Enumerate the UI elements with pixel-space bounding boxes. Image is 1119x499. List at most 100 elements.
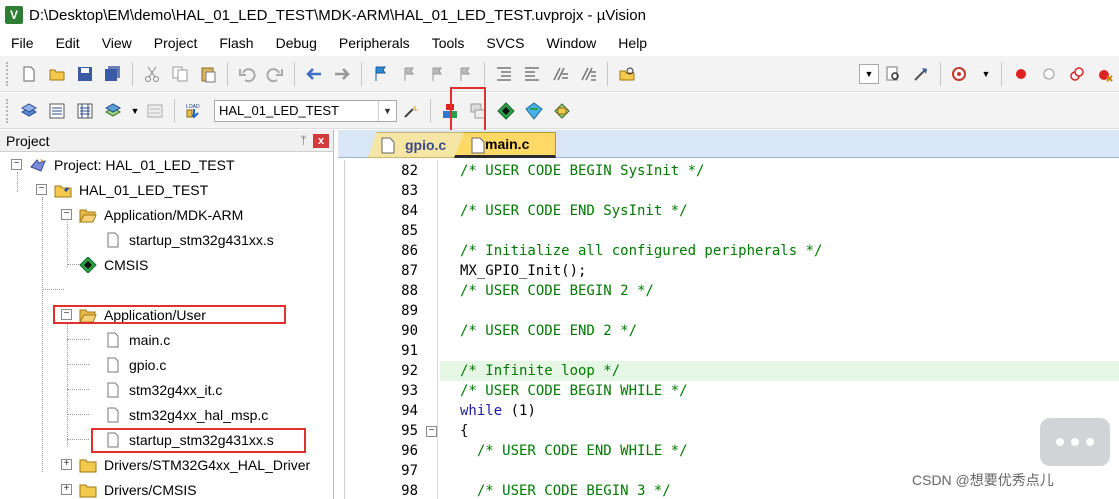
navigate-forward-icon[interactable]	[330, 62, 354, 86]
build-icon[interactable]	[45, 99, 69, 123]
menu-flash[interactable]: Flash	[208, 35, 264, 51]
pin-icon[interactable]: ᛘ	[300, 135, 307, 147]
unindent-icon[interactable]	[520, 62, 544, 86]
save-button[interactable]	[73, 62, 97, 86]
code-line[interactable]: 91	[344, 341, 1119, 361]
uncomment-icon[interactable]	[576, 62, 600, 86]
navigate-back-icon[interactable]	[302, 62, 326, 86]
code-line[interactable]: 87 MX_GPIO_Init();	[344, 261, 1119, 281]
code-line[interactable]: 90/* USER CODE END 2 */	[344, 321, 1119, 341]
tree-item-group-mdk-arm[interactable]: − Application/MDK-ARM	[61, 202, 243, 227]
stop-build-icon[interactable]	[143, 99, 167, 123]
menu-tools[interactable]: Tools	[421, 35, 476, 51]
menu-peripherals[interactable]: Peripherals	[328, 35, 421, 51]
menu-svcs[interactable]: SVCS	[475, 35, 535, 51]
redo-button[interactable]	[263, 62, 287, 86]
new-file-button[interactable]	[17, 62, 41, 86]
code-line[interactable]: 82/* USER CODE BEGIN SysInit */	[344, 161, 1119, 181]
expand-icon[interactable]: +	[61, 459, 72, 470]
cut-button[interactable]	[140, 62, 164, 86]
open-file-button[interactable]	[45, 62, 69, 86]
undo-button[interactable]	[235, 62, 259, 86]
file-icon	[103, 331, 123, 349]
code-line[interactable]: 89	[344, 301, 1119, 321]
tree-item-file-hal-msp-c[interactable]: stm32g4xx_hal_msp.c	[103, 402, 268, 427]
collapse-icon[interactable]: −	[61, 309, 72, 320]
copy-button[interactable]	[168, 62, 192, 86]
code-editor[interactable]: 82/* USER CODE BEGIN SysInit */ 83 84/* …	[338, 160, 1119, 499]
expand-icon[interactable]: +	[61, 484, 72, 495]
translate-icon[interactable]	[17, 99, 41, 123]
tree-item-group-application-user[interactable]: − Application/User	[61, 302, 206, 327]
disable-breakpoints-icon[interactable]	[1065, 62, 1089, 86]
menu-project[interactable]: Project	[143, 35, 209, 51]
menu-window[interactable]: Window	[536, 35, 608, 51]
tab-main-c[interactable]: main.c	[454, 132, 556, 158]
clear-bookmarks-icon[interactable]	[453, 62, 477, 86]
code-line[interactable]: 96 /* USER CODE END WHILE */	[344, 441, 1119, 461]
close-icon[interactable]: x	[313, 133, 329, 148]
tree-item-group-hal-driver[interactable]: + Drivers/STM32G4xx_HAL_Driver	[61, 452, 310, 477]
find-dropdown[interactable]: ▼	[859, 63, 879, 84]
toolbar-separator	[484, 61, 485, 86]
save-all-button[interactable]	[101, 62, 125, 86]
insert-breakpoint-icon[interactable]	[1009, 62, 1033, 86]
download-button[interactable]: LOAD	[182, 99, 206, 123]
code-line[interactable]: 83	[344, 181, 1119, 201]
indent-icon[interactable]	[492, 62, 516, 86]
toolbar-grip[interactable]	[6, 98, 11, 123]
tree-item-target[interactable]: − HAL_01_LED_TEST	[36, 177, 208, 202]
batch-build-dropdown[interactable]: ▼	[129, 101, 141, 121]
code-line[interactable]: 95{	[344, 421, 1119, 441]
enable-breakpoint-icon[interactable]	[1037, 62, 1061, 86]
next-bookmark-icon[interactable]	[425, 62, 449, 86]
paste-button[interactable]	[196, 62, 220, 86]
menu-view[interactable]: View	[91, 35, 143, 51]
tree-item-file-startup-2[interactable]: startup_stm32g431xx.s	[103, 427, 274, 452]
debug-dropdown[interactable]: ▼	[976, 64, 996, 84]
rebuild-icon[interactable]	[73, 99, 97, 123]
code-line[interactable]: 88/* USER CODE BEGIN 2 */	[344, 281, 1119, 301]
debug-session-icon[interactable]	[948, 62, 972, 86]
code-line[interactable]: 85	[344, 221, 1119, 241]
comment-icon[interactable]	[548, 62, 572, 86]
toolbar-separator	[132, 61, 133, 86]
manage-project-items-icon[interactable]	[438, 99, 462, 123]
batch-build-icon[interactable]	[101, 99, 125, 123]
tree-item-group-drivers-cmsis[interactable]: + Drivers/CMSIS	[61, 477, 197, 499]
collapse-icon[interactable]: −	[36, 184, 47, 195]
tree-item-file-it-c[interactable]: stm32g4xx_it.c	[103, 377, 222, 402]
code-line[interactable]: 84/* USER CODE END SysInit */	[344, 201, 1119, 221]
toolbar-grip[interactable]	[6, 61, 11, 86]
find-in-files-icon[interactable]	[615, 62, 639, 86]
pack-installer-icon[interactable]	[522, 99, 546, 123]
bookmark-icon[interactable]	[369, 62, 393, 86]
collapse-icon[interactable]: −	[61, 209, 72, 220]
chevron-down-icon[interactable]: ▼	[378, 100, 396, 121]
tree-item-label: startup_stm32g431xx.s	[129, 431, 274, 448]
kill-breakpoints-icon[interactable]	[1093, 62, 1117, 86]
tree-item-cmsis[interactable]: CMSIS	[78, 252, 148, 277]
incremental-find-icon[interactable]	[909, 62, 933, 86]
find-icon[interactable]	[881, 62, 905, 86]
prev-bookmark-icon[interactable]	[397, 62, 421, 86]
fold-toggle[interactable]: −	[426, 426, 437, 437]
tree-item-file-gpio-c[interactable]: gpio.c	[103, 352, 166, 377]
select-packs-icon[interactable]	[466, 99, 490, 123]
tree-item-file-startup-1[interactable]: startup_stm32g431xx.s	[103, 227, 274, 252]
menu-file[interactable]: File	[0, 35, 45, 51]
menu-help[interactable]: Help	[607, 35, 658, 51]
code-line[interactable]: 93/* USER CODE BEGIN WHILE */	[344, 381, 1119, 401]
options-for-target-icon[interactable]	[399, 99, 423, 123]
code-line-current[interactable]: 92/* Infinite loop */	[344, 361, 1119, 381]
collapse-icon[interactable]: −	[11, 159, 22, 170]
tree-item-file-main-c[interactable]: main.c	[103, 327, 170, 352]
target-select[interactable]: HAL_01_LED_TEST ▼	[214, 99, 397, 122]
software-packs-icon[interactable]	[550, 99, 574, 123]
manage-rte-icon[interactable]	[494, 99, 518, 123]
tree-item-project-root[interactable]: − Project: HAL_01_LED_TEST	[11, 152, 235, 177]
menu-edit[interactable]: Edit	[45, 35, 91, 51]
menu-debug[interactable]: Debug	[265, 35, 328, 51]
code-line[interactable]: 94 while (1)	[344, 401, 1119, 421]
code-line[interactable]: 86/* Initialize all configured periphera…	[344, 241, 1119, 261]
